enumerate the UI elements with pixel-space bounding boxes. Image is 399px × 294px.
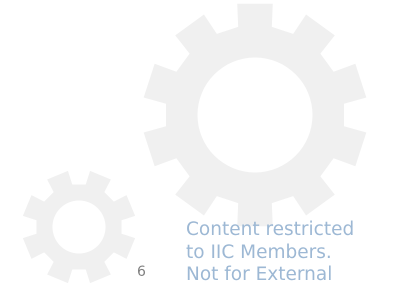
large-gear-icon (143, 3, 367, 227)
notice-line: to IIC Members. (186, 241, 332, 263)
slide-canvas: Content restricted to IIC Members. Not f… (0, 0, 399, 294)
notice-line: Content restricted (186, 219, 355, 240)
small-gear-icon (22, 170, 136, 284)
restriction-notice: Content restricted to IIC Members. Not f… (186, 219, 399, 294)
notice-line: Not for External (186, 264, 333, 285)
page-number: 6 (137, 264, 146, 280)
